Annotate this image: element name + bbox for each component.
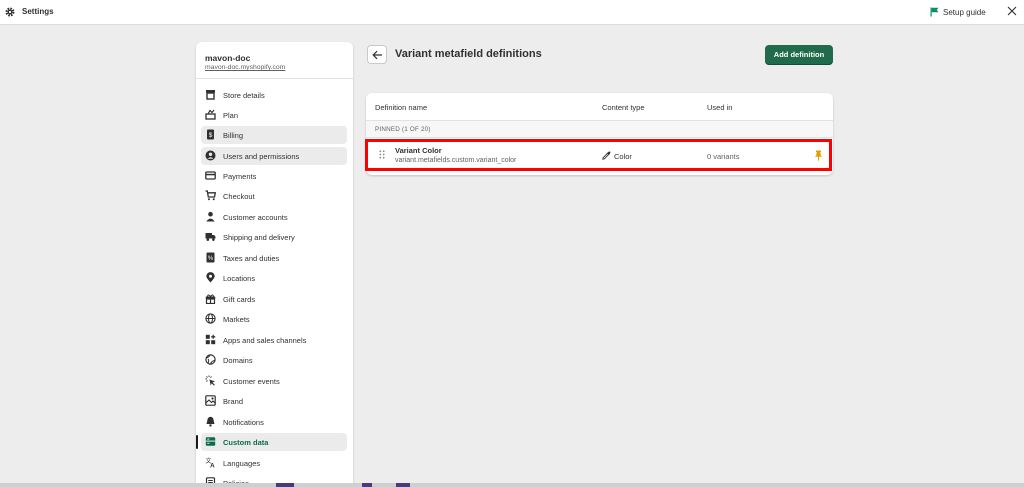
settings-title: Settings bbox=[22, 7, 54, 16]
bell-icon bbox=[206, 416, 215, 427]
store-name: mavon-doc bbox=[205, 53, 251, 63]
apps-icon bbox=[205, 334, 216, 345]
gift-icon bbox=[205, 294, 216, 304]
divider bbox=[196, 78, 353, 79]
add-definition-button[interactable]: Add definition bbox=[765, 45, 833, 65]
sidebar-item-label: Taxes and duties bbox=[223, 254, 280, 263]
sidebar-item-label: Billing bbox=[223, 131, 244, 140]
sidebar-item-label: Customer accounts bbox=[223, 213, 288, 222]
sidebar-item-gift-cards[interactable]: Gift cards bbox=[201, 290, 347, 308]
sidebar-item-customer-events[interactable]: Customer events bbox=[201, 372, 347, 390]
back-button[interactable] bbox=[367, 45, 387, 64]
sidebar-item-brand[interactable]: Brand bbox=[201, 392, 347, 410]
sidebar-item-label: Locations bbox=[223, 274, 256, 283]
settings-sidebar: mavon-doc mavon-doc.myshopify.com Store … bbox=[196, 42, 353, 487]
sidebar-item-billing[interactable]: $ Billing bbox=[201, 126, 347, 144]
tax-icon: % bbox=[206, 252, 215, 263]
payments-icon bbox=[205, 171, 216, 180]
domain-globe-icon bbox=[205, 354, 216, 365]
gear-icon bbox=[5, 7, 15, 17]
sidebar-item-markets[interactable]: Markets bbox=[201, 310, 347, 328]
translate-icon: 文A bbox=[206, 457, 216, 469]
column-header-content-type: Content type bbox=[602, 103, 645, 112]
sidebar-item-users-and-permissions[interactable]: Users and permissions bbox=[201, 147, 347, 165]
sidebar-item-label: Users and permissions bbox=[223, 152, 300, 161]
sidebar-item-store-details[interactable]: Store details bbox=[201, 86, 347, 104]
column-header-used-in: Used in bbox=[707, 103, 733, 112]
page-title: Variant metafield definitions bbox=[395, 48, 542, 60]
truck-icon bbox=[205, 233, 216, 241]
sidebar-item-label: Plan bbox=[223, 111, 239, 120]
sidebar-item-label: Markets bbox=[223, 315, 250, 324]
sidebar-item-checkout[interactable]: Checkout bbox=[201, 187, 347, 205]
sidebar-item-taxes-and-duties[interactable]: % Taxes and duties bbox=[201, 249, 347, 267]
location-pin-icon bbox=[206, 272, 215, 283]
person-icon bbox=[206, 211, 215, 222]
sidebar-item-domains[interactable]: Domains bbox=[201, 351, 347, 369]
sidebar-item-apps-and-sales-channels[interactable]: Apps and sales channels bbox=[201, 331, 347, 349]
svg-text:A: A bbox=[210, 463, 215, 469]
svg-text:$: $ bbox=[209, 132, 213, 139]
arrow-left-icon bbox=[372, 50, 382, 60]
custom-data-icon bbox=[205, 437, 216, 446]
store-icon bbox=[206, 90, 215, 100]
billing-icon: $ bbox=[207, 129, 214, 140]
plan-icon bbox=[205, 109, 216, 120]
sidebar-item-plan[interactable]: Plan bbox=[201, 106, 347, 124]
sidebar-item-label: Checkout bbox=[223, 192, 255, 201]
setup-guide-link[interactable]: Setup guide bbox=[943, 8, 986, 17]
sidebar-item-customer-accounts[interactable]: Customer accounts bbox=[201, 208, 347, 226]
sidebar-item-notifications[interactable]: Notifications bbox=[201, 413, 347, 431]
cursor-click-icon bbox=[205, 375, 215, 386]
pinned-group-label: PINNED (1 OF 20) bbox=[375, 126, 431, 133]
top-bar: Settings Setup guide bbox=[0, 0, 1024, 25]
store-url-link[interactable]: mavon-doc.myshopify.com bbox=[205, 64, 285, 71]
sidebar-item-label: Shipping and delivery bbox=[223, 233, 295, 242]
sidebar-item-label: Custom data bbox=[223, 438, 269, 447]
sidebar-item-languages[interactable]: 文A Languages bbox=[201, 454, 347, 472]
sidebar-item-custom-data[interactable]: Custom data bbox=[196, 433, 347, 451]
column-header-definition-name: Definition name bbox=[375, 103, 428, 112]
sidebar-item-locations[interactable]: Locations bbox=[201, 269, 347, 287]
svg-text:%: % bbox=[208, 256, 214, 262]
sidebar-item-label: Languages bbox=[223, 459, 261, 468]
globe-icon bbox=[205, 313, 216, 324]
sidebar-item-label: Store details bbox=[223, 91, 265, 100]
sidebar-item-label: Payments bbox=[223, 172, 257, 181]
sidebar-item-label: Gift cards bbox=[223, 295, 256, 304]
sidebar-item-label: Domains bbox=[223, 356, 253, 365]
cart-icon bbox=[205, 190, 216, 201]
brand-icon bbox=[205, 395, 216, 406]
sidebar-item-label: Apps and sales channels bbox=[223, 336, 307, 345]
pinned-group-header: PINNED (1 OF 20) bbox=[366, 121, 833, 138]
sidebar-item-payments[interactable]: Payments bbox=[201, 167, 347, 185]
sidebar-item-label: Brand bbox=[223, 397, 244, 406]
flag-icon[interactable] bbox=[930, 7, 939, 17]
close-icon[interactable] bbox=[1006, 5, 1018, 17]
sidebar-item-shipping-and-delivery[interactable]: Shipping and delivery bbox=[201, 228, 347, 246]
user-circle-icon bbox=[205, 150, 216, 161]
sidebar-item-label: Notifications bbox=[223, 418, 264, 427]
highlight-annotation bbox=[365, 139, 832, 171]
sidebar-item-label: Customer events bbox=[223, 377, 280, 386]
bottom-taskbar-edge bbox=[0, 483, 1024, 487]
